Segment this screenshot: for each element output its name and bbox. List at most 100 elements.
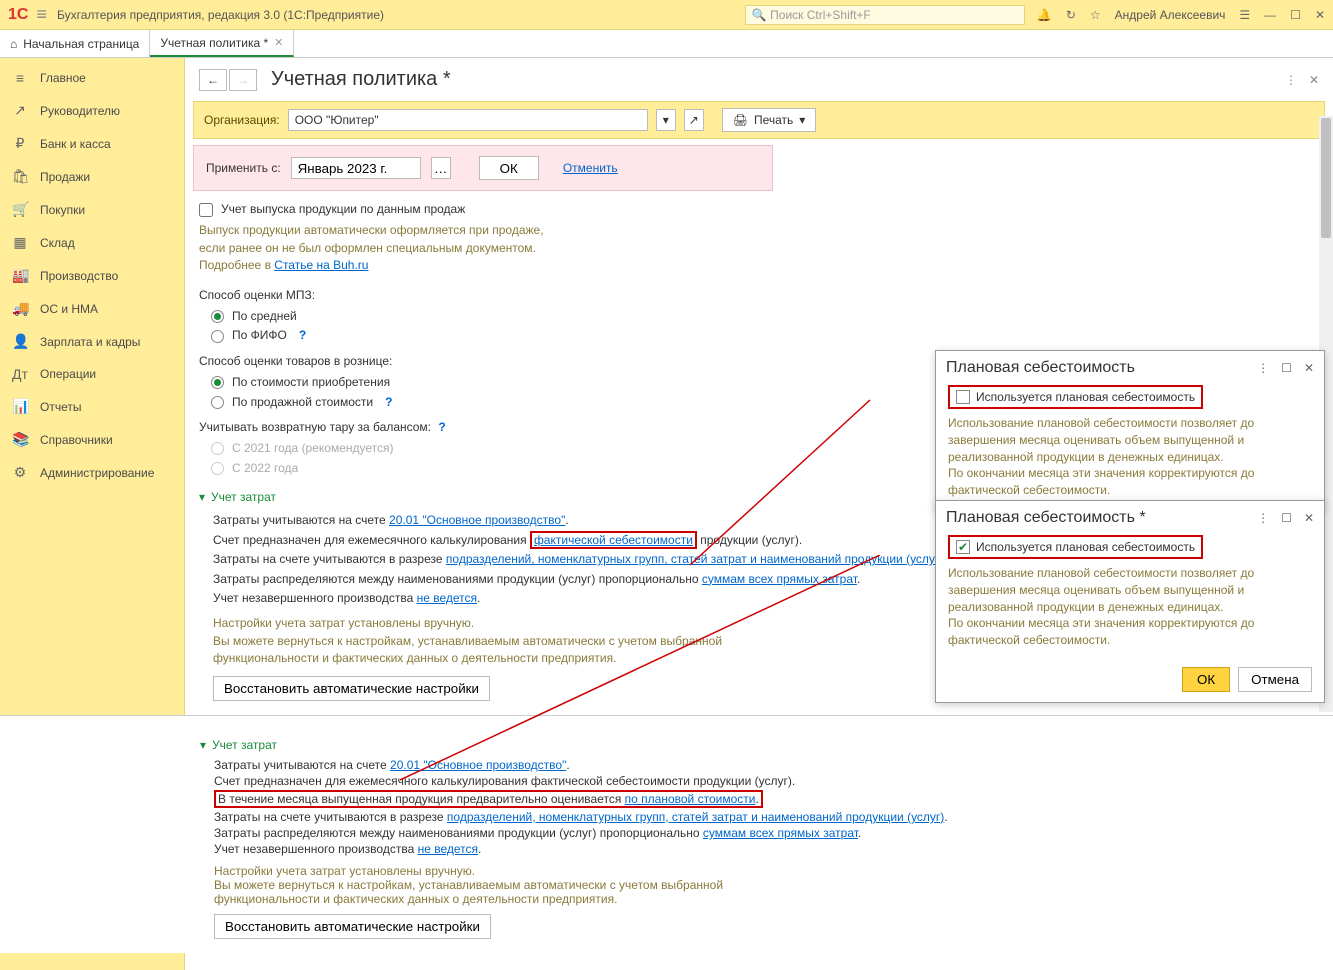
sections-link[interactable]: подразделений, номенклатурных групп, ста… bbox=[446, 552, 943, 566]
org-bar: Организация: ООО "Юпитер" ▾ ↗ 🖨 Печать ▾ bbox=[193, 101, 1325, 139]
text: Затраты учитываются на счете bbox=[213, 513, 389, 527]
close-icon[interactable]: ✕ bbox=[1315, 8, 1325, 22]
help-icon[interactable]: ? bbox=[299, 327, 306, 344]
cost-expander-2[interactable]: Учет затрат bbox=[200, 738, 1319, 752]
buhru-link[interactable]: Статье на Buh.ru bbox=[274, 258, 368, 272]
sidebar-item-sales[interactable]: 🛍Продажи bbox=[0, 160, 184, 193]
release-checkbox[interactable] bbox=[199, 203, 213, 217]
page-menu-icon[interactable]: ⋮ bbox=[1285, 73, 1297, 87]
restore-auto-button[interactable]: Восстановить автоматические настройки bbox=[213, 676, 490, 701]
release-checkbox-row[interactable]: Учет выпуска продукции по данным продаж bbox=[199, 201, 1319, 218]
expander-label: Учет затрат bbox=[212, 738, 277, 752]
settings-lines-icon[interactable]: ☰ bbox=[1239, 8, 1250, 22]
wip-link[interactable]: не ведется bbox=[418, 842, 478, 856]
apply-date-input[interactable] bbox=[291, 157, 421, 179]
tab-home[interactable]: ⌂ Начальная страница bbox=[0, 30, 150, 57]
tab-accounting-policy[interactable]: Учетная политика * ✕ bbox=[150, 30, 294, 57]
actual-cost-link[interactable]: фактической себестоимости bbox=[530, 531, 697, 549]
nav-back-button[interactable]: ← bbox=[199, 69, 227, 91]
apply-cancel-link[interactable]: Отменить bbox=[563, 161, 618, 175]
dtkt-icon: Дт bbox=[12, 366, 28, 382]
grid-icon: ▦ bbox=[12, 234, 28, 251]
sidebar-item-assets[interactable]: 🚚ОС и НМА bbox=[0, 292, 184, 325]
history-icon[interactable]: ↻ bbox=[1066, 8, 1076, 22]
org-open-button[interactable]: ↗ bbox=[684, 109, 704, 131]
page-close-icon[interactable]: ✕ bbox=[1309, 73, 1319, 87]
minimize-icon[interactable]: — bbox=[1264, 8, 1276, 22]
main-menu-icon[interactable]: ≡ bbox=[36, 4, 47, 25]
account-link[interactable]: 20.01 "Основное производство" bbox=[390, 758, 566, 772]
sidebar-item-manager[interactable]: ↗Руководителю bbox=[0, 94, 184, 127]
account-link[interactable]: 20.01 "Основное производство" bbox=[389, 513, 565, 527]
popup-maximize-icon[interactable]: ☐ bbox=[1281, 361, 1292, 375]
sidebar-item-catalogs[interactable]: 📚Справочники bbox=[0, 423, 184, 456]
sections-link[interactable]: подразделений, номенклатурных групп, ста… bbox=[447, 810, 944, 824]
cart-icon: 🛒 bbox=[12, 201, 28, 218]
popup-maximize-icon[interactable]: ☐ bbox=[1281, 511, 1292, 525]
checkbox-checked-icon: ✔ bbox=[956, 540, 970, 554]
star-icon[interactable]: ☆ bbox=[1090, 8, 1101, 22]
search-placeholder: Поиск Ctrl+Shift+F bbox=[770, 8, 871, 22]
wip-link[interactable]: не ведется bbox=[417, 591, 477, 605]
nav-forward-button[interactable]: → bbox=[229, 69, 257, 91]
planned-cost-checkbox-row[interactable]: Используется плановая себестоимость bbox=[948, 385, 1203, 409]
app-logo: 1C bbox=[8, 6, 28, 24]
user-name[interactable]: Андрей Алексеевич bbox=[1115, 8, 1226, 22]
text: Учет незавершенного производства bbox=[213, 591, 417, 605]
radio-icon bbox=[211, 462, 224, 475]
popup-menu-icon[interactable]: ⋮ bbox=[1257, 361, 1269, 375]
printer-icon: 🖨 bbox=[733, 113, 748, 127]
text: Затраты распределяются между наименовани… bbox=[214, 826, 703, 840]
text: Учет незавершенного производства bbox=[214, 842, 418, 856]
popup-hint: Использование плановой себестоимости поз… bbox=[948, 565, 1312, 649]
sidebar-label: Операции bbox=[40, 367, 96, 381]
sidebar-item-salary[interactable]: 👤Зарплата и кадры bbox=[0, 325, 184, 358]
hint-line: если ранее он не был оформлен специальны… bbox=[199, 240, 1319, 257]
sidebar-item-bank[interactable]: ₽Банк и касса bbox=[0, 127, 184, 160]
sidebar-item-main[interactable]: ≡Главное bbox=[0, 62, 184, 94]
sidebar-item-admin[interactable]: ⚙Администрирование bbox=[0, 456, 184, 489]
list-icon: ≡ bbox=[12, 70, 28, 86]
popup-close-icon[interactable]: ✕ bbox=[1304, 361, 1314, 375]
print-button[interactable]: 🖨 Печать ▾ bbox=[722, 108, 817, 132]
sidebar-item-warehouse[interactable]: ▦ Склад bbox=[0, 226, 184, 259]
popup-cancel-button[interactable]: Отмена bbox=[1238, 667, 1312, 692]
popup-title: Плановая себестоимость * bbox=[946, 509, 1257, 527]
apply-date-picker-button[interactable]: … bbox=[431, 157, 451, 179]
sidebar-item-reports[interactable]: 📊Отчеты bbox=[0, 390, 184, 423]
planned-cost-link[interactable]: по плановой стоимости bbox=[625, 792, 756, 806]
direct-costs-link[interactable]: суммам всех прямых затрат bbox=[702, 572, 857, 586]
org-dropdown-button[interactable]: ▾ bbox=[656, 109, 676, 131]
tab-home-label: Начальная страница bbox=[23, 37, 139, 51]
text: Затраты распределяются между наименовани… bbox=[213, 572, 702, 586]
tab-close-icon[interactable]: ✕ bbox=[274, 36, 283, 49]
radio-icon bbox=[211, 376, 224, 389]
tab-active-label: Учетная политика * bbox=[160, 36, 268, 50]
mpz-radio-fifo[interactable]: По ФИФО? bbox=[211, 327, 1319, 344]
scrollbar-thumb[interactable] bbox=[1321, 118, 1331, 238]
sidebar-label: Отчеты bbox=[40, 400, 81, 414]
direct-costs-link[interactable]: суммам всех прямых затрат bbox=[703, 826, 858, 840]
org-combo[interactable]: ООО "Юпитер" bbox=[288, 109, 648, 131]
mpz-radio-avg[interactable]: По средней bbox=[211, 308, 1319, 325]
planned-cost-checkbox-row[interactable]: ✔ Используется плановая себестоимость bbox=[948, 535, 1203, 559]
checkbox-label: Используется плановая себестоимость bbox=[976, 390, 1195, 404]
titlebar: 1C ≡ Бухгалтерия предприятия, редакция 3… bbox=[0, 0, 1333, 30]
cost-block-2-panel: Учет затрат Затраты учитываются на счете… bbox=[0, 715, 1333, 953]
sidebar-item-operations[interactable]: Дт Операции bbox=[0, 358, 184, 390]
popup-ok-button[interactable]: ОК bbox=[1182, 667, 1230, 692]
checkbox-label: Используется плановая себестоимость bbox=[976, 540, 1195, 554]
popup-close-icon[interactable]: ✕ bbox=[1304, 511, 1314, 525]
help-icon[interactable]: ? bbox=[438, 420, 445, 434]
apply-ok-button[interactable]: ОК bbox=[479, 156, 539, 180]
popup-menu-icon[interactable]: ⋮ bbox=[1257, 511, 1269, 525]
sidebar-item-production[interactable]: 🏭Производство bbox=[0, 259, 184, 292]
sidebar-label: Склад bbox=[40, 236, 75, 250]
books-icon: 📚 bbox=[12, 431, 28, 448]
help-icon[interactable]: ? bbox=[385, 394, 392, 411]
sidebar-item-purchases[interactable]: 🛒Покупки bbox=[0, 193, 184, 226]
global-search[interactable]: 🔍 Поиск Ctrl+Shift+F bbox=[745, 5, 1025, 25]
bell-icon[interactable]: 🔔 bbox=[1037, 8, 1052, 22]
maximize-icon[interactable]: ☐ bbox=[1290, 8, 1301, 22]
restore-auto-button-2[interactable]: Восстановить автоматические настройки bbox=[214, 914, 491, 939]
